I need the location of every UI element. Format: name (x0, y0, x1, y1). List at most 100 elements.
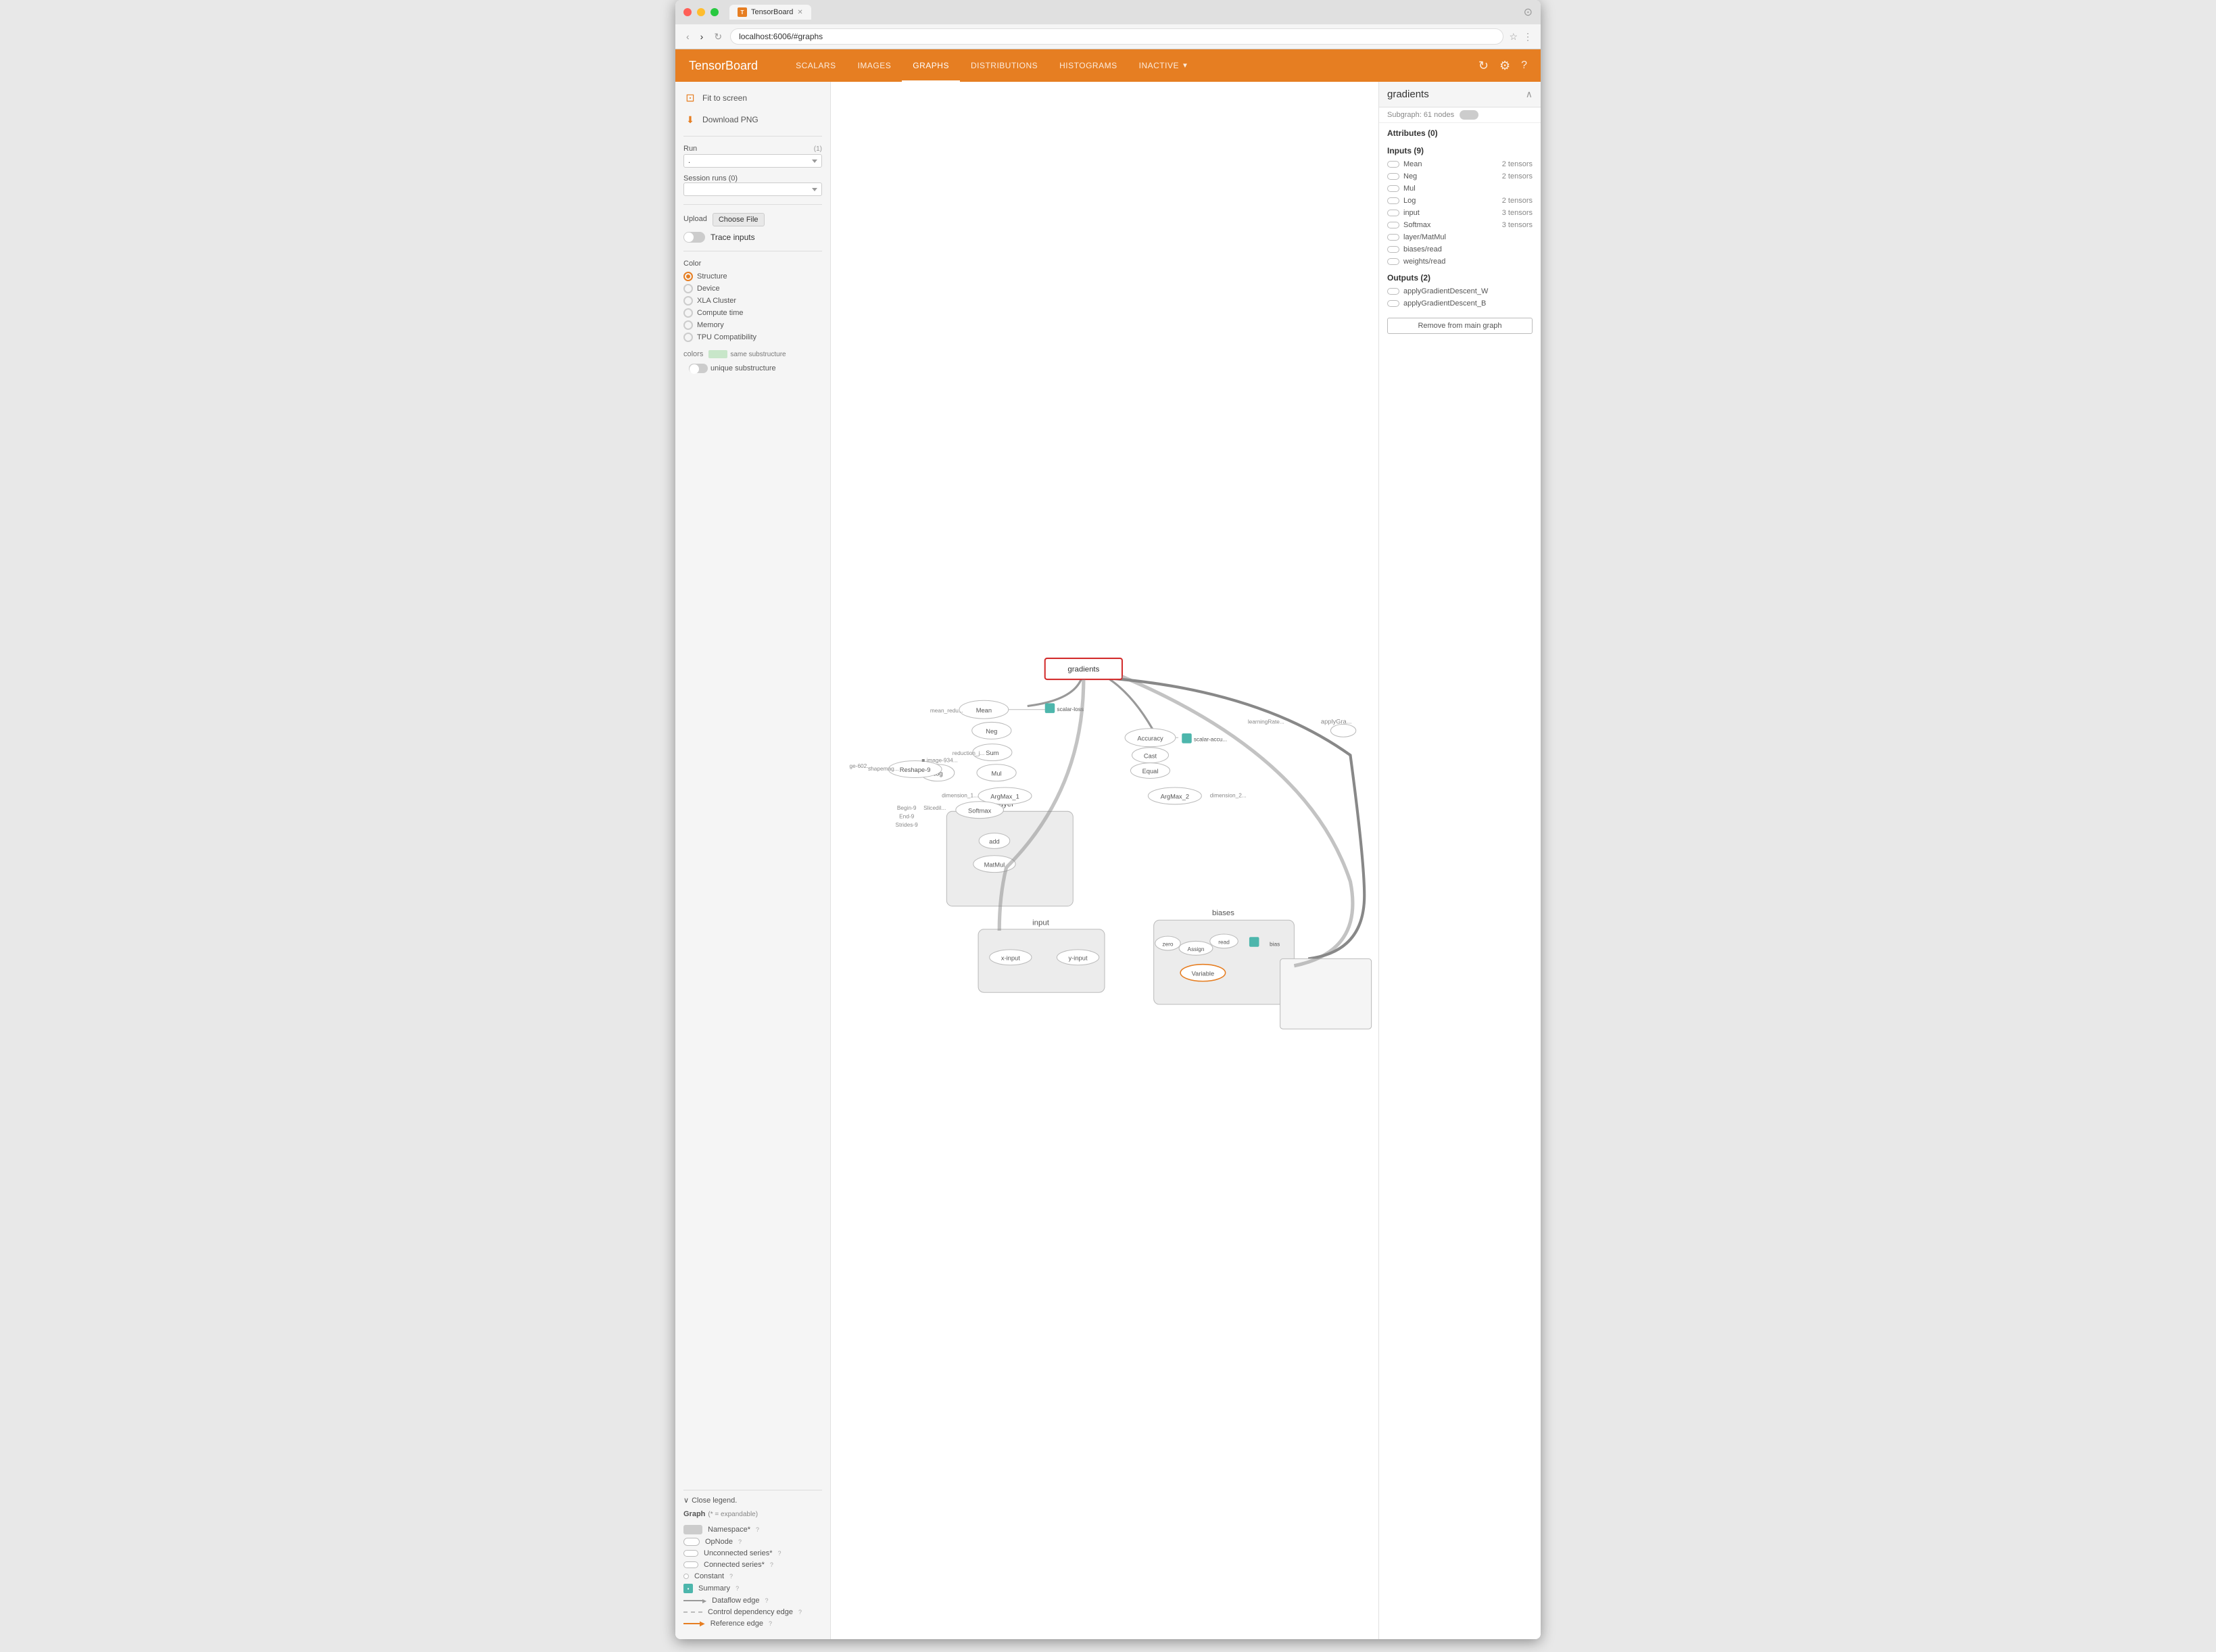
input-neg-tensors: 2 tensors (1502, 172, 1533, 180)
remove-from-main-graph-button[interactable]: Remove from main graph (1387, 318, 1533, 334)
input-mean-label: Mean (1387, 160, 1422, 168)
color-memory[interactable]: Memory (683, 320, 822, 330)
browser-tab[interactable]: T TensorBoard ✕ (729, 5, 811, 20)
tensorboard-favicon: T (738, 7, 747, 17)
argmax2-label: ArgMax_2 (1161, 794, 1190, 800)
download-icon: ⬇ (683, 113, 697, 126)
attributes-section-title: Attributes (0) (1379, 123, 1541, 141)
back-button[interactable]: ‹ (683, 30, 692, 43)
settings-icon[interactable]: ⚙ (1499, 59, 1510, 73)
maximize-button[interactable] (710, 8, 719, 16)
panel-toggle[interactable] (1460, 110, 1478, 120)
color-device[interactable]: Device (683, 284, 822, 293)
same-substructure-color (708, 350, 727, 358)
assign-label: Assign (1188, 946, 1205, 952)
dataflow-edge-shape (683, 1598, 706, 1604)
input-weights-read: weights/read (1379, 256, 1541, 268)
reference-help[interactable]: ? (769, 1620, 772, 1627)
legend-control-label: Control dependency edge (708, 1608, 793, 1616)
tab-close-icon[interactable]: ✕ (797, 9, 802, 16)
divider-1 (683, 136, 822, 137)
namespace-help[interactable]: ? (756, 1526, 759, 1533)
session-select[interactable] (683, 183, 822, 196)
input-neg-label: Neg (1387, 172, 1417, 180)
radio-structure-inner (686, 274, 690, 278)
constant-help[interactable]: ? (729, 1573, 733, 1580)
output-b-icon (1387, 300, 1399, 307)
tb-nav: SCALARS IMAGES GRAPHS DISTRIBUTIONS HIST… (785, 49, 1478, 82)
control-help[interactable]: ? (798, 1609, 802, 1615)
download-png-action[interactable]: ⬇ Download PNG (683, 112, 822, 128)
color-device-label: Device (697, 285, 720, 293)
input-input-icon (1387, 210, 1399, 216)
nav-inactive[interactable]: INACTIVE ▼ (1128, 49, 1200, 82)
tb-header: TensorBoard SCALARS IMAGES GRAPHS DISTRI… (675, 49, 1541, 82)
read-label: read (1218, 939, 1230, 946)
shapemag-label: shapemag... (868, 765, 899, 772)
biases-label: biases (1212, 909, 1234, 917)
fit-to-screen-action[interactable]: ⊡ Fit to screen (683, 90, 822, 106)
panel-collapse-icon[interactable]: ∧ (1526, 89, 1533, 100)
color-tpu[interactable]: TPU Compatibility (683, 333, 822, 342)
unconnected-help[interactable]: ? (778, 1550, 781, 1557)
choose-file-button[interactable]: Choose File (713, 213, 765, 226)
opnode-shape (683, 1538, 700, 1546)
trace-inputs-row: Trace inputs (683, 232, 822, 243)
url-bar[interactable]: localhost:6006/#graphs (730, 28, 1503, 45)
nav-distributions[interactable]: DISTRIBUTIONS (960, 49, 1049, 82)
legend-opnode-label: OpNode (705, 1538, 733, 1546)
app-window: T TensorBoard ✕ ⊙ ‹ › ↻ localhost:6006/#… (675, 0, 1541, 1639)
radio-xla-outer (683, 296, 693, 306)
run-select[interactable]: . (683, 154, 822, 168)
nav-graphs[interactable]: GRAPHS (902, 49, 960, 82)
color-xla[interactable]: XLA Cluster (683, 296, 822, 306)
nav-images[interactable]: IMAGES (847, 49, 902, 82)
legend-constant: Constant ? (683, 1572, 822, 1580)
addr-icons: ☆ ⋮ (1509, 31, 1533, 43)
connected-shape (683, 1561, 698, 1568)
refresh-icon[interactable]: ↻ (1478, 59, 1489, 73)
dim1-label: dimension_1... (942, 792, 978, 799)
minimize-button[interactable] (697, 8, 705, 16)
trace-inputs-toggle[interactable] (683, 232, 705, 243)
connected-help[interactable]: ? (770, 1561, 773, 1568)
graph-canvas[interactable]: layer input biases gradients Mean mean_r… (831, 82, 1378, 1639)
radio-memory-outer (683, 320, 693, 330)
menu-icon[interactable]: ⋮ (1523, 31, 1533, 43)
summary-help[interactable]: ? (736, 1585, 739, 1592)
color-compute[interactable]: Compute time (683, 308, 822, 318)
color-memory-label: Memory (697, 321, 724, 329)
colors-text: colors (683, 350, 703, 358)
input-weights-read-icon (1387, 258, 1399, 265)
unique-substructure-toggle[interactable] (689, 364, 708, 373)
left-sidebar: ⊡ Fit to screen ⬇ Download PNG Run (1) .… (675, 82, 831, 1639)
output-gradient-w: applyGradientDescent_W (1379, 285, 1541, 297)
opnode-help[interactable]: ? (738, 1538, 742, 1545)
refresh-button[interactable]: ↻ (711, 30, 725, 44)
applygra-node (1330, 725, 1355, 737)
nav-histograms[interactable]: HISTOGRAMS (1049, 49, 1128, 82)
input-neg: Neg 2 tensors (1379, 170, 1541, 183)
legend-toggle[interactable]: ∨ Close legend. (683, 1496, 822, 1505)
close-button[interactable] (683, 8, 692, 16)
bias-label: bias (1270, 941, 1280, 948)
panel-node-count: Subgraph: 61 nodes (1387, 111, 1454, 119)
control-edge-shape (683, 1611, 702, 1613)
color-structure[interactable]: Structure (683, 272, 822, 281)
help-icon[interactable]: ? (1521, 59, 1527, 72)
input-matmul-label: layer/MatMul (1387, 233, 1446, 241)
add-node-label: add (989, 838, 1000, 845)
nav-scalars[interactable]: SCALARS (785, 49, 847, 82)
dataflow-edge-icon (683, 1598, 706, 1604)
bookmark-icon[interactable]: ☆ (1509, 31, 1518, 43)
scalar-loss-node (1045, 703, 1055, 713)
color-xla-label: XLA Cluster (697, 297, 736, 305)
input-input: input 3 tensors (1379, 207, 1541, 219)
input-log-tensors: 2 tensors (1502, 197, 1533, 205)
biases-namespace-node (1154, 920, 1295, 1004)
input-neg-icon (1387, 173, 1399, 180)
scalar-accu-label: scalar-accu... (1194, 735, 1227, 742)
dataflow-help[interactable]: ? (765, 1597, 768, 1604)
forward-button[interactable]: › (698, 30, 706, 43)
reference-edge-icon: ▶ (683, 1620, 705, 1628)
